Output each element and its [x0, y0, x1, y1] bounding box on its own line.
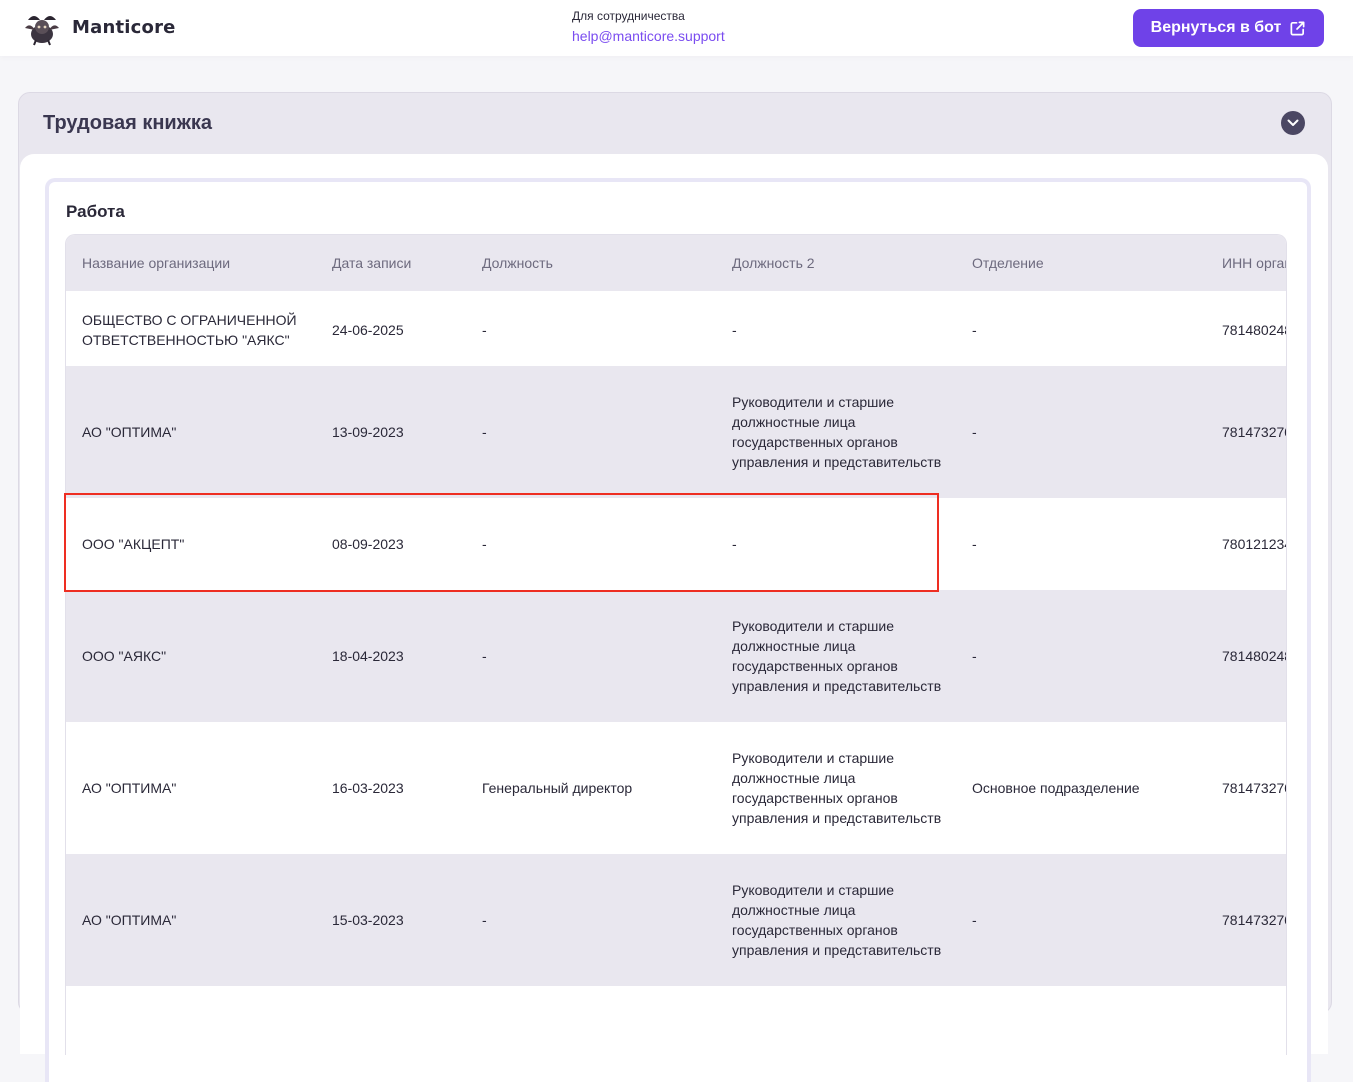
section-title: Работа	[66, 202, 125, 221]
cell-department: -	[956, 498, 1206, 590]
cell-date: 15-03-2023	[316, 854, 466, 986]
cell-position: Генеральный директор	[466, 722, 716, 854]
back-to-bot-button[interactable]: Вернуться в бот	[1133, 9, 1324, 47]
cell-department: -	[956, 590, 1206, 722]
cell-position: -	[466, 366, 716, 498]
table-row: АО "ОПТИМА" 16-03-2023 Генеральный дирек…	[66, 722, 1286, 854]
external-link-icon	[1290, 21, 1305, 35]
contact-label: Для сотрудничества	[572, 9, 685, 23]
employment-record-panel: Трудовая книжка Работа Название организа…	[18, 92, 1332, 1082]
table-row: ООО "АЯКС" 18-04-2023 - Руководители и с…	[66, 590, 1286, 722]
column-header-inn: ИНН организации	[1206, 235, 1286, 293]
cell-org: АО "ОПТИМА"	[66, 366, 316, 498]
table-row: АО "ОПТИМА" 13-09-2023 - Руководители и …	[66, 366, 1286, 498]
cell-department: -	[956, 366, 1206, 498]
panel-title: Трудовая книжка	[43, 112, 213, 134]
cell-date: 16-03-2023	[316, 722, 466, 854]
panel-body: Работа Название организации Дата записи …	[20, 154, 1328, 1082]
cell-position2: -	[716, 292, 956, 366]
cell-position: -	[466, 854, 716, 986]
column-header-date: Дата записи	[316, 235, 466, 293]
column-header-position2: Должность 2	[716, 235, 956, 293]
work-section: Работа Название организации Дата записи …	[45, 178, 1311, 1082]
cell-department: Основное подразделение	[956, 722, 1206, 854]
cell-position2: Руководители и старшие должностные лица …	[716, 590, 956, 722]
cell-inn: 7801212345	[1206, 498, 1286, 590]
cell-inn: 7814802485	[1206, 590, 1286, 722]
manticore-logo-icon[interactable]	[22, 10, 62, 46]
cell-position: -	[466, 498, 716, 590]
collapse-toggle-button[interactable]	[1281, 111, 1305, 135]
column-header-department: Отделение	[956, 235, 1206, 293]
table-row: ООО "АКЦЕПТ" 08-09-2023 - - - 7801212345	[66, 498, 1286, 590]
top-header: Manticore Для сотрудничества help@mantic…	[0, 0, 1353, 56]
table-row: ОБЩЕСТВО С ОГРАНИЧЕННОЙ ОТВЕТСТВЕННОСТЬЮ…	[66, 292, 1286, 366]
cell-org: АО "ОПТИМА"	[66, 854, 316, 986]
chevron-down-icon	[1287, 119, 1299, 126]
cell-date: 13-09-2023	[316, 366, 466, 498]
column-header-position: Должность	[466, 235, 716, 293]
work-table-scroll[interactable]: Название организации Дата записи Должнос…	[65, 234, 1287, 1055]
cell-inn: 7814802485	[1206, 292, 1286, 366]
cell-position: -	[466, 590, 716, 722]
cell-date: 18-04-2023	[316, 590, 466, 722]
back-to-bot-label: Вернуться в бот	[1150, 19, 1282, 36]
cell-org: ООО "АКЦЕПТ"	[66, 498, 316, 590]
cell-department: -	[956, 854, 1206, 986]
table-header-row: Название организации Дата записи Должнос…	[66, 235, 1286, 293]
cell-date: 08-09-2023	[316, 498, 466, 590]
cell-org: ООО "АЯКС"	[66, 590, 316, 722]
cell-position2: Руководители и старшие должностные лица …	[716, 366, 956, 498]
cell-position2: Руководители и старшие должностные лица …	[716, 854, 956, 986]
cell-inn: 7814732700	[1206, 854, 1286, 986]
cell-position2: Руководители и старшие должностные лица …	[716, 722, 956, 854]
cell-inn: 7814732700	[1206, 722, 1286, 854]
cell-date: 24-06-2025	[316, 292, 466, 366]
table-row: АО "ОПТИМА" 15-03-2023 - Руководители и …	[66, 854, 1286, 986]
cell-position: -	[466, 292, 716, 366]
work-table: Название организации Дата записи Должнос…	[66, 235, 1286, 986]
brand-name[interactable]: Manticore	[72, 17, 176, 38]
cell-org: АО "ОПТИМА"	[66, 722, 316, 854]
column-header-org: Название организации	[66, 235, 316, 293]
contact-email-link[interactable]: help@manticore.support	[572, 28, 725, 44]
cell-org: ОБЩЕСТВО С ОГРАНИЧЕННОЙ ОТВЕТСТВЕННОСТЬЮ…	[66, 292, 316, 366]
cell-position2: -	[716, 498, 956, 590]
cell-department: -	[956, 292, 1206, 366]
cell-inn: 7814732700	[1206, 366, 1286, 498]
